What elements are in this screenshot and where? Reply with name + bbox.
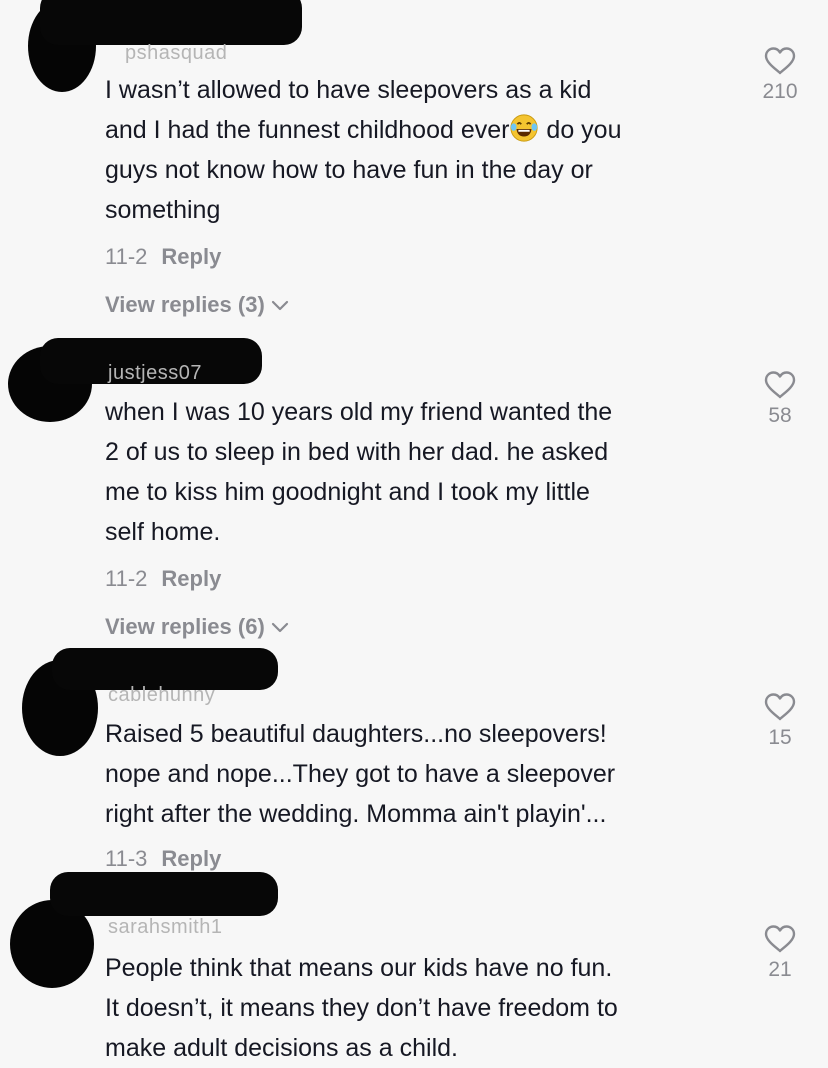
comment-meta: 11-2 Reply — [105, 244, 221, 270]
reply-button[interactable]: Reply — [161, 846, 221, 871]
reply-button[interactable]: Reply — [161, 244, 221, 269]
comment-meta: 11-2 Reply — [105, 566, 221, 592]
view-replies-label: View replies (3) — [105, 292, 265, 317]
comment-line: me to kiss him goodnight and I took my l… — [105, 478, 590, 506]
comment-line: I wasn’t allowed to have sleepovers as a… — [105, 76, 592, 104]
comment-line: guys not know how to have fun in the day… — [105, 156, 593, 184]
comment-line: It doesn’t, it means they don’t have fre… — [105, 994, 618, 1022]
redacted-username-bar — [40, 0, 302, 45]
heart-outline-icon — [764, 371, 796, 399]
like-button[interactable]: 58 — [750, 370, 810, 428]
comment-meta: 11-3 Reply — [105, 846, 221, 872]
heart-outline-icon — [764, 693, 796, 721]
like-button[interactable]: 21 — [750, 924, 810, 982]
like-button[interactable]: 15 — [750, 692, 810, 750]
view-replies-button[interactable]: View replies (6) — [105, 614, 289, 640]
username[interactable]: pshasquad — [125, 42, 227, 65]
comment-line: 2 of us to sleep in bed with her dad. he… — [105, 438, 609, 466]
comment-line: People think that means our kids have no… — [105, 954, 613, 982]
like-count: 21 — [768, 958, 792, 981]
comment-line: when I was 10 years old my friend wanted… — [105, 398, 613, 426]
comment-line-text: do you — [539, 116, 622, 144]
comment-date: 11-2 — [105, 244, 148, 269]
comment-line: Raised 5 beautiful daughters...no sleepo… — [105, 720, 607, 748]
heart-outline-icon — [764, 47, 796, 75]
redacted-username-bar — [50, 872, 278, 916]
like-count: 15 — [768, 726, 792, 749]
like-button[interactable]: 210 — [750, 46, 810, 104]
comment-text: I wasn’t allowed to have sleepovers as a… — [105, 70, 735, 230]
username[interactable]: justjess07 — [108, 362, 202, 385]
like-count: 210 — [762, 80, 798, 103]
comment-text: when I was 10 years old my friend wanted… — [105, 392, 735, 552]
reply-button[interactable]: Reply — [161, 566, 221, 591]
comment-line: nope and nope...They got to have a sleep… — [105, 760, 616, 788]
laughing-crying-emoji-icon — [510, 114, 539, 142]
comment-line: self home. — [105, 518, 221, 546]
username[interactable]: cablehunny — [108, 684, 215, 707]
comment-text: Raised 5 beautiful daughters...no sleepo… — [105, 714, 735, 834]
comment-line: something — [105, 196, 221, 224]
view-replies-button[interactable]: View replies (3) — [105, 292, 289, 318]
comment-date: 11-2 — [105, 566, 148, 591]
comment-text: People think that means our kids have no… — [105, 948, 735, 1068]
comment-line: right after the wedding. Momma ain't pla… — [105, 800, 607, 828]
comment-line: and I had the funnest childhood ever do … — [105, 110, 735, 150]
chevron-down-icon — [271, 623, 288, 633]
comment-line: make adult decisions as a child. — [105, 1034, 458, 1062]
comment-line-text: and I had the funnest childhood ever — [105, 116, 510, 144]
chevron-down-icon — [271, 301, 288, 311]
heart-outline-icon — [764, 925, 796, 953]
like-count: 58 — [768, 404, 792, 427]
view-replies-label: View replies (6) — [105, 614, 265, 639]
username[interactable]: sarahsmith1 — [108, 916, 222, 939]
comment-date: 11-3 — [105, 846, 148, 871]
